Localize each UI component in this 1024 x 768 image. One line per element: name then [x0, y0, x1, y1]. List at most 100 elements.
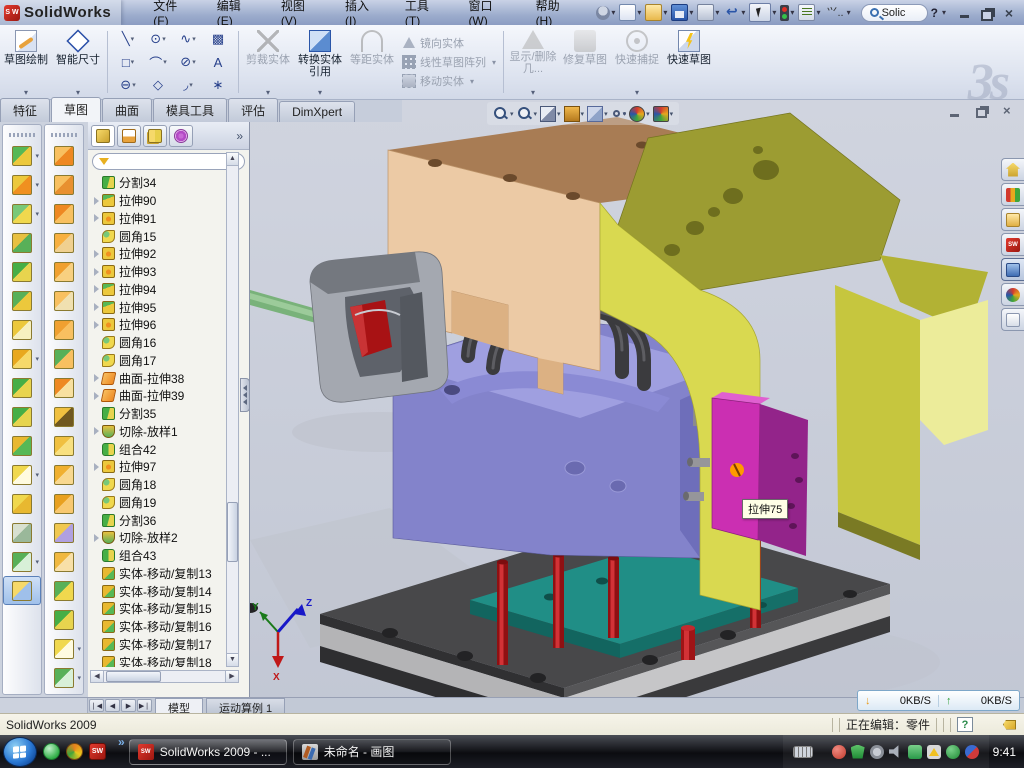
doc-restore-button[interactable]: [976, 106, 989, 117]
sync-icon[interactable]: [965, 745, 979, 759]
command-button-small[interactable]: 镜向实体 ▾: [402, 35, 496, 51]
options-list-icon[interactable]: [798, 4, 815, 21]
view-tool-button[interactable]: ▾: [629, 106, 650, 122]
surface-tool-button[interactable]: [45, 228, 83, 257]
quick-tips-button[interactable]: ?: [957, 717, 973, 732]
command-button[interactable]: 修复草图 ▾: [559, 25, 611, 99]
command-button-small[interactable]: 移动实体 ▾: [402, 73, 496, 89]
feature-tree-item[interactable]: 曲面-拉伸39: [91, 387, 228, 405]
sketch-text-icon[interactable]: A: [214, 55, 223, 70]
surface-tool-button[interactable]: [45, 576, 83, 605]
ellipse-icon[interactable]: ⊘: [180, 54, 191, 70]
surface-tool-button[interactable]: [45, 344, 83, 373]
feature-tree-item[interactable]: 切除-放样2: [91, 529, 228, 547]
surface-tool-button[interactable]: [45, 315, 83, 344]
command-button[interactable]: 快速草图 ▾: [663, 25, 715, 99]
open-icon[interactable]: [645, 4, 662, 21]
feature-tree-item[interactable]: 曲面-拉伸38: [91, 369, 228, 387]
graphics-area[interactable]: Y Z X ▾ ▾ ▾: [250, 100, 1024, 713]
feature-tool-button[interactable]: [3, 518, 41, 547]
task-pane-button[interactable]: [1001, 308, 1024, 331]
task-pane-button[interactable]: [1001, 158, 1024, 181]
dropdown-arrow-icon[interactable]: ▾: [790, 8, 794, 17]
feature-tree-item[interactable]: 分割36: [91, 511, 228, 529]
tab-nav-button[interactable]: ◀: [105, 699, 120, 712]
feature-tree-item[interactable]: 组合43: [91, 547, 228, 565]
feature-tree-item[interactable]: 分割35: [91, 405, 228, 423]
dropdown-arrow-icon[interactable]: ▾: [557, 110, 561, 118]
sketch-tool-button[interactable]: ∿ ▾: [173, 28, 203, 51]
feature-tool-button[interactable]: [3, 402, 41, 431]
command-button[interactable]: 快速捕捉 ▾: [611, 25, 663, 99]
expand-arrow-icon[interactable]: [91, 463, 102, 471]
feature-tool-button[interactable]: [3, 286, 41, 315]
command-tab[interactable]: 特征: [0, 98, 50, 122]
view-tool-button[interactable]: ▾: [587, 106, 608, 122]
toolbar-button[interactable]: ⺍.. ▾: [824, 4, 852, 21]
feature-tree-item[interactable]: 圆角19: [91, 494, 228, 512]
messenger-icon[interactable]: [43, 743, 60, 760]
command-tab[interactable]: 模具工具: [153, 98, 227, 122]
panel-splitter[interactable]: [240, 378, 250, 412]
sketch-fillet-icon[interactable]: ◞: [183, 77, 188, 93]
dropdown-arrow-icon[interactable]: ▾: [816, 8, 820, 17]
select-region-icon[interactable]: ▩: [212, 31, 224, 47]
surface-tool-button[interactable]: [45, 431, 83, 460]
dropdown-arrow-icon[interactable]: ▾: [715, 8, 719, 17]
new-document-icon[interactable]: [619, 4, 636, 21]
surface-tool-button[interactable]: [45, 257, 83, 286]
view-tool-button[interactable]: ▾: [564, 106, 585, 122]
undo-icon[interactable]: ↩: [723, 4, 740, 21]
minimize-button[interactable]: [958, 7, 972, 19]
zoom-area-icon[interactable]: [517, 106, 533, 122]
spline-icon[interactable]: ∿: [180, 31, 191, 47]
surface-tool-button[interactable]: [45, 605, 83, 634]
command-button[interactable]: 转换实体引用 ▾: [294, 25, 346, 99]
command-tab[interactable]: DimXpert: [279, 101, 355, 122]
feature-tree-item[interactable]: 组合42: [91, 440, 228, 458]
surface-tool-button[interactable]: [45, 402, 83, 431]
lights-icon[interactable]: [780, 5, 789, 21]
scrollbar-thumb[interactable]: [106, 671, 161, 682]
usb-icon[interactable]: [908, 745, 922, 759]
tab-nav-button[interactable]: ▶❘: [137, 699, 152, 712]
search-input[interactable]: Solic: [882, 7, 906, 19]
select-icon[interactable]: [749, 3, 771, 22]
sketch-tool-button[interactable]: ◞ ▾: [173, 74, 203, 97]
feature-tool-button[interactable]: [3, 431, 41, 460]
view-orientation-icon[interactable]: [564, 106, 580, 122]
panel-tab-button[interactable]: [91, 125, 115, 147]
panel-tab-button[interactable]: [117, 125, 141, 147]
feature-tree-item[interactable]: 圆角17: [91, 352, 228, 370]
scene-icon[interactable]: [653, 106, 669, 122]
dropdown-arrow-icon[interactable]: ▾: [162, 35, 166, 43]
slot-icon[interactable]: ⊖: [120, 77, 131, 93]
toolbar-button[interactable]: ▾: [697, 4, 721, 21]
scrollbar-thumb[interactable]: [227, 502, 238, 562]
feature-tree-item[interactable]: 实体-移动/复制13: [91, 565, 228, 583]
dropdown-arrow-icon[interactable]: ▾: [76, 88, 80, 97]
command-button[interactable]: 等距实体 ▾: [346, 25, 398, 99]
section-view-icon[interactable]: [540, 106, 556, 122]
sketch-tool-button[interactable]: ⊘ ▾: [173, 51, 203, 74]
toolbar-button[interactable]: ↩ ▾: [723, 4, 747, 21]
doc-close-button[interactable]: ×: [1003, 106, 1016, 117]
line-icon[interactable]: ╲: [122, 31, 130, 47]
dropdown-arrow-icon[interactable]: ▾: [670, 110, 674, 118]
toolbar-button[interactable]: ▾: [619, 4, 643, 21]
feature-tool-button[interactable]: [3, 315, 41, 344]
panel-tab-button[interactable]: [169, 125, 193, 147]
feature-tree-item[interactable]: 拉伸95: [91, 298, 228, 316]
dropdown-arrow-icon[interactable]: ▾: [24, 88, 28, 97]
help-button[interactable]: ?: [928, 6, 941, 20]
surface-tool-button[interactable]: [45, 663, 83, 692]
taskbar-task-button[interactable]: 未命名 - 画图: [293, 739, 451, 765]
feature-tool-button[interactable]: [3, 547, 41, 576]
task-pane-button[interactable]: SW: [1001, 233, 1024, 256]
dropdown-arrow-icon[interactable]: ▾: [192, 58, 196, 66]
feature-tool-button[interactable]: [3, 344, 41, 373]
dropdown-arrow-icon[interactable]: ▾: [847, 8, 851, 17]
nozzle-clamp-part[interactable]: [250, 252, 448, 402]
sketch-tool-button[interactable]: ╲ ▾: [113, 28, 143, 51]
feature-tree-item[interactable]: 实体-移动/复制17: [91, 636, 228, 654]
